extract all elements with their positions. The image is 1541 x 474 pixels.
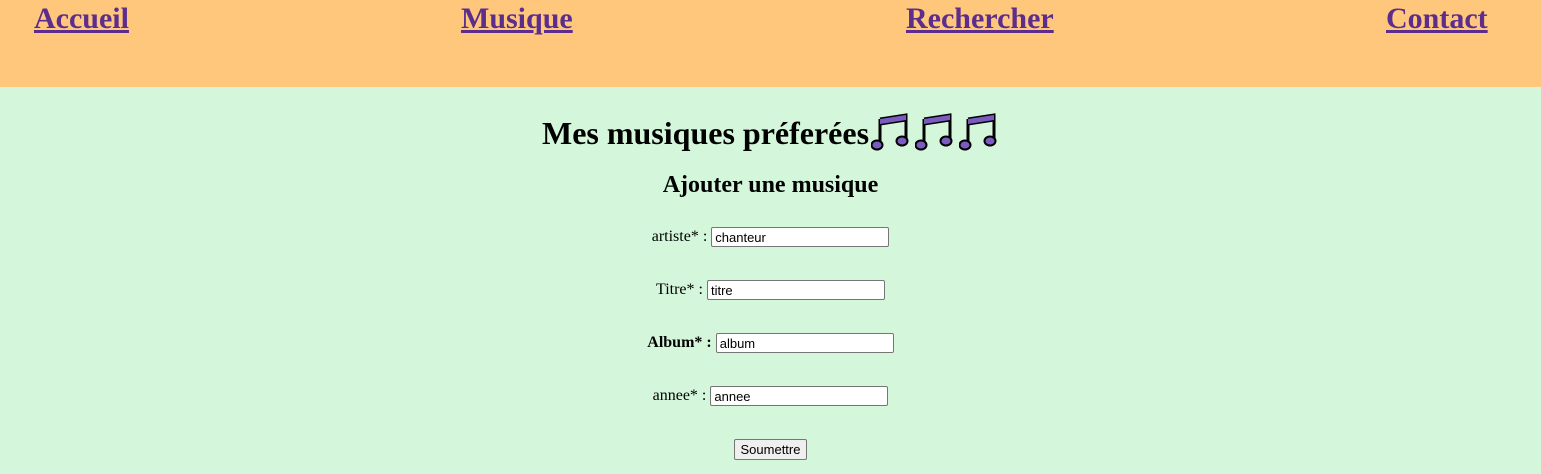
- titre-label: Titre* :: [656, 281, 703, 298]
- music-notes-group: [871, 113, 999, 153]
- form-row-album: Album* :: [0, 332, 1541, 354]
- nav-link-accueil[interactable]: Accueil: [34, 2, 129, 36]
- annee-label: annee* :: [652, 387, 707, 404]
- annee-input[interactable]: [710, 386, 889, 406]
- artiste-label: artiste* :: [651, 228, 708, 245]
- top-navigation: Accueil Musique Rechercher Contact: [0, 0, 1541, 87]
- form-submit-row: Soumettre: [0, 439, 1541, 460]
- artiste-input[interactable]: [711, 227, 890, 247]
- page-title: Mes musiques préferées: [541, 114, 870, 151]
- nav-link-contact[interactable]: Contact: [1386, 2, 1488, 36]
- submit-button[interactable]: Soumettre: [733, 439, 808, 460]
- album-input[interactable]: [715, 333, 894, 353]
- form-row-annee: annee* :: [0, 385, 1541, 407]
- nav-link-musique[interactable]: Musique: [461, 2, 573, 36]
- album-label: Album* :: [647, 334, 712, 351]
- titre-input[interactable]: [706, 280, 885, 300]
- page-header: Mes musiques préferées: [0, 112, 1541, 154]
- nav-link-rechercher[interactable]: Rechercher: [906, 2, 1054, 36]
- form-row-artiste: artiste* :: [0, 226, 1541, 248]
- form-heading: Ajouter une musique: [662, 172, 879, 198]
- music-note-icon: [959, 113, 997, 151]
- music-note-icon: [871, 113, 909, 151]
- form-row-titre: Titre* :: [0, 279, 1541, 301]
- music-note-icon: [915, 113, 953, 151]
